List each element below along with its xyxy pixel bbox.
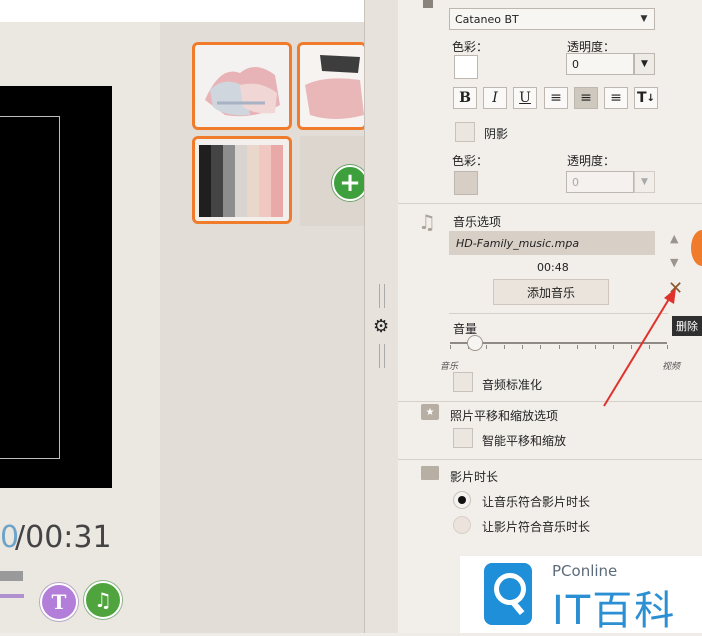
duration-option-1-label: 让音乐符合影片时长 bbox=[482, 495, 591, 509]
text-direction-button[interactable]: T ↓ bbox=[634, 87, 658, 109]
film-icon bbox=[421, 466, 439, 480]
shadow-label: 阴影 bbox=[484, 127, 509, 141]
shadow-opacity-input[interactable]: 0 bbox=[566, 171, 634, 193]
shadow-color-label: 色彩： bbox=[452, 154, 489, 168]
music-note-icon: ♫ bbox=[418, 210, 436, 234]
align-left-button[interactable]: ≡ bbox=[544, 87, 568, 109]
slider-left-label: 音乐 bbox=[440, 362, 459, 372]
audio-normalize-label: 音频标准化 bbox=[482, 378, 543, 392]
slider-tick bbox=[540, 345, 542, 349]
preview-safe-frame bbox=[0, 116, 60, 459]
slider-tick bbox=[576, 345, 578, 349]
resize-grip[interactable] bbox=[379, 284, 385, 308]
smart-pan-zoom-checkbox[interactable] bbox=[453, 428, 473, 448]
chevron-down-icon: ▼ bbox=[640, 14, 648, 24]
music-section-title: 音乐选项 bbox=[453, 215, 502, 229]
underline-button[interactable]: U bbox=[513, 87, 537, 109]
text-direction-icon: T bbox=[637, 90, 647, 106]
top-strip bbox=[0, 0, 364, 22]
italic-icon: I bbox=[492, 90, 498, 106]
opacity-stepper[interactable]: ▼ bbox=[634, 53, 655, 75]
duration-option-2-radio[interactable] bbox=[453, 516, 471, 534]
add-music-button[interactable]: 添加音乐 bbox=[493, 279, 609, 305]
text-track-bar[interactable] bbox=[0, 594, 24, 598]
align-right-icon: ≡ bbox=[610, 90, 622, 106]
photo-thumbnail[interactable] bbox=[297, 42, 367, 130]
underline-icon: U bbox=[519, 90, 531, 106]
duration-option-2-label: 让影片符合音乐时长 bbox=[482, 520, 591, 534]
music-tool-button[interactable]: ♫ bbox=[84, 581, 122, 619]
italic-button[interactable]: I bbox=[483, 87, 507, 109]
align-center-icon: ≡ bbox=[580, 90, 592, 106]
color-label: 色彩： bbox=[452, 40, 489, 54]
music-note-icon: ♫ bbox=[94, 588, 112, 612]
text-color-swatch[interactable] bbox=[454, 55, 478, 79]
shadow-opacity-value: 0 bbox=[572, 175, 579, 189]
text-tool-button[interactable]: T bbox=[40, 583, 78, 621]
slider-tick bbox=[522, 345, 524, 349]
music-duration: 00:48 bbox=[537, 261, 569, 274]
watermark: PConline IT百科 bbox=[460, 556, 702, 634]
time-total: /00:31 bbox=[15, 520, 112, 555]
watermark-text: IT百科 bbox=[552, 588, 677, 634]
volume-slider-thumb[interactable] bbox=[466, 335, 483, 351]
divider bbox=[398, 459, 702, 460]
add-music-label: 添加音乐 bbox=[526, 285, 575, 300]
align-center-button[interactable]: ≡ bbox=[574, 87, 598, 109]
audio-normalize-checkbox[interactable] bbox=[453, 372, 473, 392]
align-left-icon: ≡ bbox=[550, 90, 562, 106]
align-right-button[interactable]: ≡ bbox=[604, 87, 628, 109]
slider-tick bbox=[558, 345, 560, 349]
chevron-down-icon: ▼ bbox=[641, 177, 648, 187]
clothes-image bbox=[300, 45, 364, 127]
move-up-icon[interactable]: ▲ bbox=[670, 232, 678, 245]
opacity-value: 0 bbox=[572, 57, 579, 71]
duration-option-1-radio[interactable] bbox=[453, 491, 471, 509]
duration-title: 影片时长 bbox=[450, 470, 499, 484]
chevron-down-icon: ▼ bbox=[641, 59, 648, 69]
font-select[interactable]: Cataneo BT ▼ bbox=[449, 8, 655, 30]
photo-thumbnail[interactable] bbox=[192, 42, 292, 130]
shadow-checkbox[interactable] bbox=[455, 122, 475, 142]
shadow-color-swatch[interactable] bbox=[454, 171, 478, 195]
shadow-opacity-label: 透明度： bbox=[567, 154, 616, 168]
bold-button[interactable]: B bbox=[453, 87, 477, 109]
font-select-value: Cataneo BT bbox=[455, 12, 519, 26]
gear-icon[interactable]: ⚙ bbox=[373, 316, 389, 337]
opacity-input[interactable]: 0 bbox=[566, 53, 634, 75]
bold-icon: B bbox=[459, 90, 471, 106]
pan-zoom-title: 照片平移和缩放选项 bbox=[450, 409, 559, 423]
music-file-name: HD-Family_music.mpa bbox=[456, 236, 580, 250]
plus-icon: + bbox=[339, 168, 361, 198]
slider-tick bbox=[504, 345, 506, 349]
photo-thumbnail[interactable] bbox=[192, 136, 292, 224]
arrow-down-icon: ↓ bbox=[646, 92, 655, 104]
timeline-bar[interactable] bbox=[0, 571, 23, 581]
red-arrow-annotation bbox=[603, 288, 676, 407]
music-file-item[interactable]: HD-Family_music.mpa bbox=[449, 231, 655, 255]
divider bbox=[398, 203, 702, 204]
move-down-icon[interactable]: ▼ bbox=[670, 256, 678, 269]
slider-tick bbox=[486, 345, 488, 349]
slider-tick bbox=[450, 345, 451, 349]
add-photo-button[interactable]: + bbox=[332, 165, 368, 201]
shadow-opacity-stepper[interactable]: ▼ bbox=[634, 171, 655, 193]
resize-grip[interactable] bbox=[379, 344, 385, 368]
panel-divider[interactable]: ⚙ bbox=[364, 0, 399, 633]
clothes-image bbox=[195, 139, 289, 221]
smart-pan-zoom-label: 智能平移和缩放 bbox=[482, 434, 567, 448]
clothes-image bbox=[195, 45, 289, 127]
text-settings-icon bbox=[423, 0, 433, 8]
slider-tick bbox=[594, 345, 596, 349]
photo-zoom-icon: ★ bbox=[421, 404, 439, 420]
text-icon: T bbox=[51, 590, 67, 614]
logo-icon bbox=[484, 563, 532, 625]
radio-selected-dot bbox=[458, 496, 466, 504]
